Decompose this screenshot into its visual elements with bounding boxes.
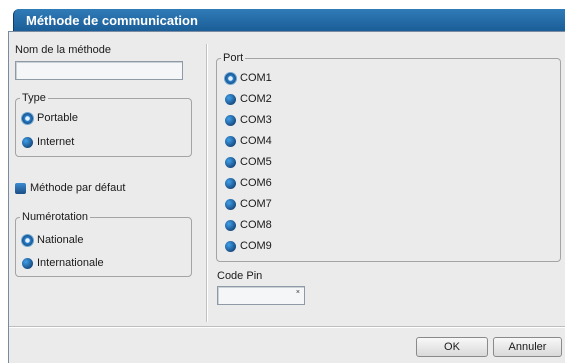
port-option-com2[interactable]: COM2 [225,92,272,106]
radio-selected-icon [22,234,33,246]
radio-icon [225,198,236,210]
window-title: Méthode de communication [26,13,198,28]
pin-input[interactable]: × [217,286,305,305]
vertical-separator [206,44,208,322]
type-option-label: Portable [37,112,78,124]
port-option-label: COM9 [240,240,272,252]
radio-icon [225,93,236,105]
radio-icon [225,219,236,231]
radio-selected-icon [225,72,236,84]
radio-icon [225,240,236,252]
radio-icon [225,156,236,168]
radio-icon [225,114,236,126]
port-option-com5[interactable]: COM5 [225,155,272,169]
checkbox-checked-icon [15,182,26,194]
ok-button[interactable]: OK [416,337,488,357]
port-option-label: COM4 [240,135,272,147]
port-option-label: COM1 [240,72,272,84]
port-legend: Port [221,52,246,64]
radio-icon [225,177,236,189]
port-option-com3[interactable]: COM3 [225,113,272,127]
port-option-com8[interactable]: COM8 [225,218,272,232]
dialog-window: Méthode de communication Nom de la métho… [0,0,565,363]
numerotation-legend: Numérotation [20,211,91,223]
port-option-label: COM2 [240,93,272,105]
pin-label: Code Pin [217,270,263,282]
numerotation-option-label: Nationale [37,234,84,246]
pin-mark-icon: × [295,289,300,296]
cancel-button[interactable]: Annuler [493,337,562,357]
method-name-input[interactable] [15,61,183,80]
radio-icon [22,136,33,148]
radio-selected-icon [22,112,33,124]
numerotation-option-nationale[interactable]: Nationale [22,233,83,247]
port-option-com4[interactable]: COM4 [225,134,272,148]
radio-icon [225,135,236,147]
port-option-com7[interactable]: COM7 [225,197,272,211]
port-option-com9[interactable]: COM9 [225,239,272,253]
port-option-label: COM3 [240,114,272,126]
dialog-body: Nom de la méthode Type Portable Internet… [8,31,565,363]
default-method-checkbox[interactable]: Méthode par défaut [15,181,125,195]
numerotation-option-internationale[interactable]: Internationale [22,256,104,270]
method-name-label: Nom de la méthode [15,44,111,56]
default-method-label: Méthode par défaut [30,182,126,194]
port-option-label: COM7 [240,198,272,210]
numerotation-option-label: Internationale [37,257,104,269]
type-legend: Type [20,92,48,104]
port-option-label: COM6 [240,177,272,189]
type-group: Type Portable Internet [15,92,192,157]
port-option-label: COM8 [240,219,272,231]
type-option-label: Internet [37,136,75,148]
horizontal-separator [9,326,565,328]
type-option-portable[interactable]: Portable [22,111,78,125]
radio-icon [22,257,33,269]
port-option-com6[interactable]: COM6 [225,176,272,190]
numerotation-group: Numérotation Nationale Internationale [15,211,192,277]
port-option-label: COM5 [240,156,272,168]
port-option-com1[interactable]: COM1 [225,71,272,85]
port-group: Port COM1 COM2 COM3 COM4 COM5 COM6 COM7 … [216,52,561,262]
type-option-internet[interactable]: Internet [22,135,74,149]
title-bar[interactable]: Méthode de communication [13,9,565,31]
